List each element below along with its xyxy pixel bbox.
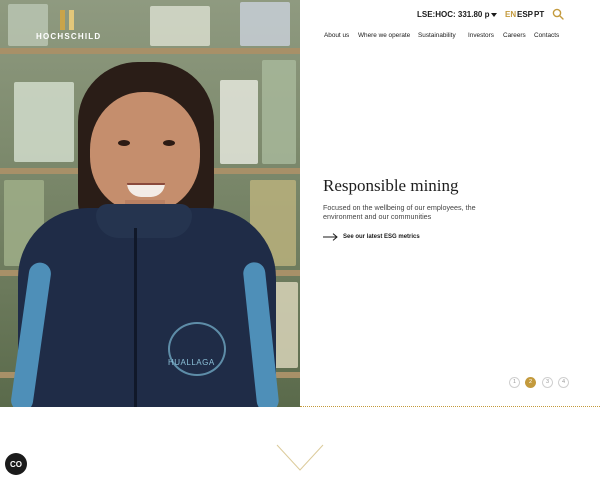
lang-pt[interactable]: PT — [534, 10, 544, 19]
nav-where-we-operate[interactable]: Where we operate — [358, 32, 410, 39]
slide-dot-3[interactable]: 3 — [542, 377, 553, 388]
logo[interactable]: HOCHSCHILD — [36, 10, 102, 41]
shelf-box — [240, 2, 290, 46]
cookie-consent-button[interactable]: CO — [5, 453, 27, 475]
nav-careers[interactable]: Careers — [503, 32, 526, 39]
cookie-consent-text: CO — [10, 460, 22, 469]
stock-ticker-dropdown[interactable]: LSE:HOC: 331.80 p — [417, 10, 498, 19]
slide-dot-2[interactable]: 2 — [525, 377, 536, 388]
chevron-down-icon[interactable] — [276, 444, 324, 472]
section-divider — [300, 406, 600, 407]
girl-eye — [118, 140, 130, 146]
shelf-box — [150, 6, 210, 46]
lang-esp[interactable]: ESP — [517, 10, 533, 19]
shelf — [0, 48, 300, 54]
jacket-emblem-text: HUALLAGA — [168, 358, 215, 367]
caret-down-icon — [491, 12, 498, 17]
cookie-consent-icon: CO — [10, 460, 22, 469]
hero-title: Responsible mining — [323, 176, 459, 195]
lang-en[interactable]: EN — [505, 10, 516, 19]
girl-eye — [163, 140, 175, 146]
jacket-zipper — [134, 228, 137, 407]
nav-contacts[interactable]: Contacts — [534, 32, 559, 39]
logo-text: HOCHSCHILD — [36, 32, 102, 41]
stock-ticker-text: LSE:HOC: 331.80 p — [417, 10, 490, 19]
hero-image: HUALLAGA — [0, 0, 300, 407]
nav-investors[interactable]: Investors — [468, 32, 494, 39]
shelf-box — [220, 80, 258, 164]
search-icon[interactable] — [552, 8, 564, 20]
hero-description: Focused on the wellbeing of our employee… — [323, 203, 476, 221]
jacket-collar — [96, 204, 192, 238]
slide-dot-1[interactable]: 1 — [509, 377, 520, 388]
arrow-right-icon — [323, 233, 338, 241]
shelf-box — [14, 82, 74, 162]
shelf-box — [262, 60, 296, 164]
logo-mark-icon — [60, 10, 74, 30]
jacket-emblem — [168, 322, 226, 376]
nav-about-us[interactable]: About us — [324, 32, 349, 39]
esg-metrics-link[interactable]: See our latest ESG metrics — [323, 231, 420, 243]
esg-metrics-link-label: See our latest ESG metrics — [343, 234, 420, 240]
nav-sustainability[interactable]: Sustainability — [418, 32, 456, 39]
slide-dot-4[interactable]: 4 — [558, 377, 569, 388]
